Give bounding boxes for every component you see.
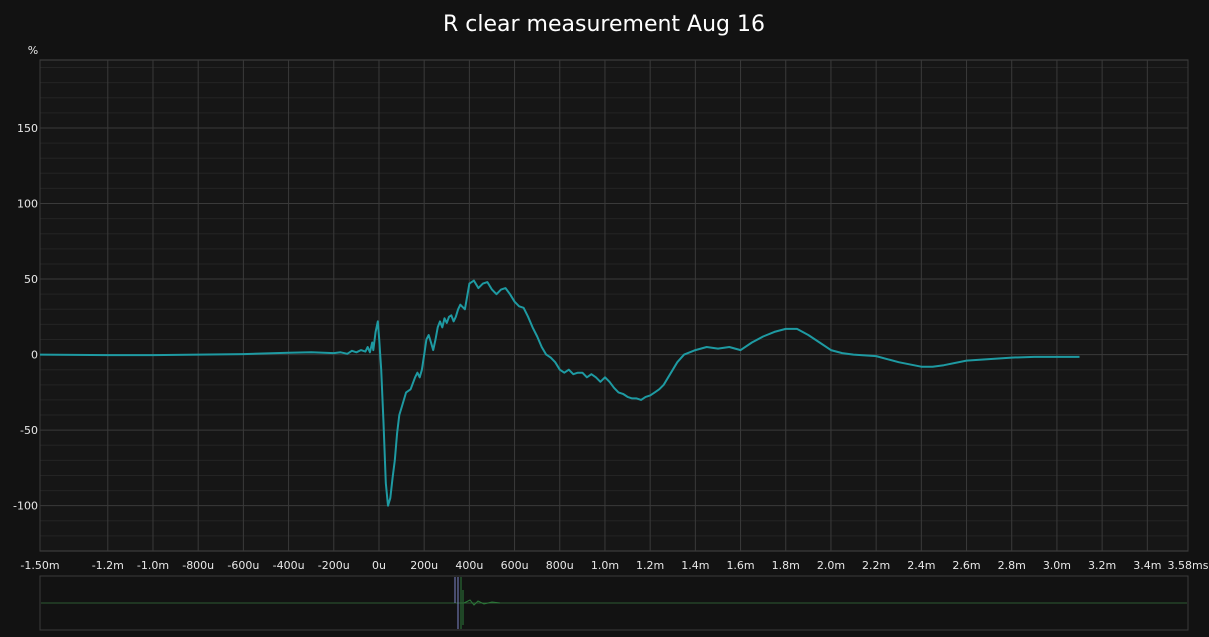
x-tick-label: 1.2m bbox=[636, 559, 664, 572]
impulse-response-chart: R clear measurement Aug 16 % -1.50m -1.2m… bbox=[13, 12, 1209, 631]
x-tick-label: -800u bbox=[182, 559, 214, 572]
overview-strip[interactable] bbox=[39, 575, 1189, 631]
x-tick-label: 3.58ms bbox=[1168, 559, 1209, 572]
y-axis-unit-label: % bbox=[28, 44, 38, 57]
x-tick-label: 3.0m bbox=[1043, 559, 1071, 572]
x-tick-label: 1.8m bbox=[772, 559, 800, 572]
x-tick-label: 0u bbox=[372, 559, 386, 572]
x-tick-label: -400u bbox=[273, 559, 305, 572]
x-tick-label: 2.4m bbox=[907, 559, 935, 572]
x-tick-label: 1.6m bbox=[726, 559, 754, 572]
x-tick-label: 200u bbox=[410, 559, 438, 572]
y-tick-label: -50 bbox=[20, 424, 38, 437]
x-tick-label: 1.0m bbox=[591, 559, 619, 572]
x-tick-label: 400u bbox=[455, 559, 483, 572]
y-tick-label: 0 bbox=[31, 349, 38, 362]
y-tick-label: 100 bbox=[17, 198, 38, 211]
x-tick-label: -600u bbox=[227, 559, 259, 572]
y-tick-label: 150 bbox=[17, 122, 38, 135]
x-tick-label: -200u bbox=[318, 559, 350, 572]
x-tick-label: 1.4m bbox=[681, 559, 709, 572]
x-tick-label: 600u bbox=[501, 559, 529, 572]
y-axis-tick-labels: 150 100 50 0 -50 -100 bbox=[13, 122, 38, 513]
x-tick-label: 2.8m bbox=[998, 559, 1026, 572]
chart-stage: R clear measurement Aug 16 % -1.50m -1.2m… bbox=[0, 0, 1209, 633]
x-tick-label: 2.0m bbox=[817, 559, 845, 572]
y-tick-label: 50 bbox=[24, 273, 38, 286]
x-tick-label: 3.4m bbox=[1133, 559, 1161, 572]
x-tick-label: -1.50m bbox=[20, 559, 59, 572]
y-tick-label: -100 bbox=[13, 500, 38, 513]
x-tick-label: 2.6m bbox=[952, 559, 980, 572]
x-tick-label: 2.2m bbox=[862, 559, 890, 572]
chart-title: R clear measurement Aug 16 bbox=[443, 12, 765, 37]
x-tick-label: 800u bbox=[546, 559, 574, 572]
x-tick-label: 3.2m bbox=[1088, 559, 1116, 572]
plot-area[interactable] bbox=[39, 59, 1189, 552]
x-tick-label: -1.2m bbox=[92, 559, 124, 572]
x-tick-label: -1.0m bbox=[137, 559, 169, 572]
x-axis-tick-labels: -1.50m -1.2m -1.0m -800u -600u -400u -200u 0u 20… bbox=[20, 559, 1208, 572]
